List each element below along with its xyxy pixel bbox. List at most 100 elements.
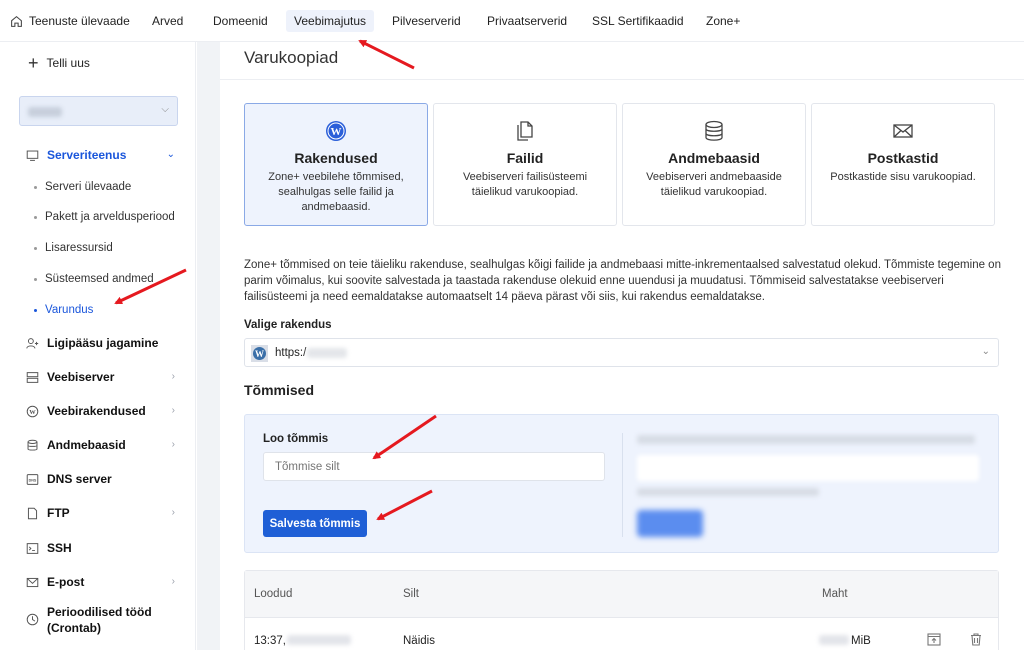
- clock-icon: [26, 613, 39, 626]
- chevron-down-icon: ⌄: [166, 149, 175, 160]
- nav-item-veebimajutus[interactable]: Veebimajutus: [286, 10, 375, 32]
- app-url: https:/: [275, 347, 307, 359]
- divider: [622, 433, 623, 537]
- snapshot-label-input[interactable]: [263, 452, 605, 481]
- card-title: Failid: [506, 150, 544, 166]
- sidebar-item-label: Perioodilised tööd (Crontab): [47, 604, 152, 636]
- card-title: Rakendused: [294, 150, 378, 166]
- sidebar-item-dns-server[interactable]: DNS DNS server: [26, 472, 112, 486]
- sidebar-item-label: E-post: [47, 575, 85, 589]
- svg-text:W: W: [331, 126, 342, 138]
- redacted-server-name: [28, 107, 62, 117]
- table-header: [245, 571, 998, 618]
- order-new-button[interactable]: + Telli uus: [28, 53, 90, 73]
- create-snapshot-label: Loo tõmmis: [263, 433, 329, 445]
- sidebar-gutter: [197, 42, 220, 650]
- create-snapshot-panel: Loo tõmmis Salvesta tõmmis: [244, 414, 999, 553]
- sidebar-item-veebiserver[interactable]: Veebiserver: [26, 370, 114, 384]
- choose-app-label: Valige rakendus: [244, 319, 332, 331]
- sidebar-sub-label: Süsteemsed andmed: [45, 273, 154, 285]
- sidebar-item-label: Andmebaasid: [47, 438, 126, 452]
- sidebar-sub-varundus[interactable]: Varundus: [34, 304, 93, 316]
- sidebar-item-veebirakendused[interactable]: W Veebirakendused: [26, 404, 146, 418]
- intro-text: Zone+ tõmmised on teie täieliku rakendus…: [244, 259, 1001, 303]
- main-content: Varukoopiad W Rakendused Zone+ veebilehe…: [220, 42, 1024, 650]
- nav-item-pilveserverid[interactable]: Pilveserverid: [392, 14, 461, 28]
- nav-item-zone-plus[interactable]: Zone+: [706, 14, 740, 28]
- card-description: Postkastide sisu varukoopiad.: [830, 171, 976, 183]
- crontab-label-line2: (Crontab): [47, 621, 101, 635]
- sidebar-sub-susteemsed-andmed[interactable]: Süsteemsed andmed: [34, 273, 154, 285]
- chevron-right-icon: ›: [171, 405, 175, 416]
- sidebar-item-serveriteenus[interactable]: Serveriteenus: [26, 148, 126, 162]
- svg-text:W: W: [255, 349, 264, 359]
- mail-icon: [26, 576, 39, 589]
- sidebar-item-label: DNS server: [47, 472, 112, 486]
- snapshots-heading: Tõmmised: [244, 382, 315, 398]
- sidebar-item-label: Veebiserver: [47, 370, 115, 384]
- redacted-date: [287, 635, 351, 645]
- nav-item-privaatserverid[interactable]: Privaatserverid: [487, 14, 567, 28]
- app-select[interactable]: W https:/ ⌄: [244, 338, 999, 367]
- card-description: Veebiserveri failisüsteemi täielikud var…: [462, 171, 588, 198]
- svg-text:W: W: [29, 408, 36, 415]
- nav-home-label: Teenuste ülevaade: [29, 14, 130, 28]
- redacted-button: [637, 510, 703, 537]
- cell-created: 13:37,: [254, 635, 286, 647]
- column-header-size: Maht: [822, 588, 848, 600]
- trash-icon[interactable]: [969, 632, 983, 646]
- chevron-right-icon: ›: [171, 576, 175, 587]
- sidebar-item-e-post[interactable]: E-post: [26, 575, 84, 589]
- sidebar-sub-lisaressursid[interactable]: Lisaressursid: [34, 242, 113, 254]
- sidebar-item-label: Ligipääsu jagamine: [47, 336, 159, 350]
- dns-icon: DNS: [26, 473, 39, 486]
- sidebar-item-ftp[interactable]: FTP: [26, 506, 70, 520]
- sidebar-item-andmebaasid[interactable]: Andmebaasid: [26, 438, 126, 452]
- divider: [220, 79, 1024, 80]
- chevron-right-icon: ›: [171, 371, 175, 382]
- redacted-url: [307, 348, 347, 358]
- sidebar-sub-label: Lisaressursid: [45, 242, 113, 254]
- sidebar-item-label: Serveriteenus: [47, 148, 127, 162]
- nav-home[interactable]: Teenuste ülevaade: [10, 14, 130, 28]
- bullet-icon: [34, 277, 37, 281]
- nav-item-arved[interactable]: Arved: [152, 14, 183, 28]
- redacted-text: [637, 488, 819, 496]
- top-navigation: Teenuste ülevaade Arved Domeenid Veebima…: [0, 0, 1024, 42]
- redacted-text: [637, 435, 975, 444]
- save-snapshot-button[interactable]: Salvesta tõmmis: [263, 510, 367, 537]
- plus-icon: +: [28, 53, 39, 73]
- chevron-right-icon: ›: [171, 507, 175, 518]
- sidebar-sub-serveri-ulevaade[interactable]: Serveri ülevaade: [34, 181, 131, 193]
- terminal-icon: [26, 542, 39, 555]
- page-title: Varukoopiad: [244, 48, 339, 67]
- card-andmebaasid[interactable]: Andmebaasid Veebiserveri andmebaaside tä…: [622, 103, 806, 226]
- svg-text:DNS: DNS: [29, 478, 37, 482]
- sidebar-sub-label: Pakett ja arveldusperiood: [45, 211, 175, 223]
- wordpress-icon: W: [326, 121, 346, 141]
- card-postkastid[interactable]: Postkastid Postkastide sisu varukoopiad.: [811, 103, 995, 226]
- sidebar-item-ligipaasu-jagamine[interactable]: Ligipääsu jagamine: [26, 336, 158, 350]
- restore-icon[interactable]: [927, 632, 941, 646]
- sidebar-item-crontab[interactable]: Perioodilised tööd (Crontab): [26, 604, 152, 636]
- file-icon: [26, 507, 39, 520]
- chevron-right-icon: ›: [171, 439, 175, 450]
- sidebar-item-label: FTP: [47, 506, 70, 520]
- sidebar-sub-pakett[interactable]: Pakett ja arveldusperiood: [34, 211, 175, 223]
- crontab-label-line1: Perioodilised tööd: [47, 605, 152, 619]
- sidebar: + Telli uus ⌵ Serveriteenus ⌄ Serveri ül…: [0, 42, 196, 650]
- nav-item-ssl[interactable]: SSL Sertifikaadid: [592, 14, 684, 28]
- card-description: Veebiserveri andmebaaside täielikud varu…: [646, 171, 782, 198]
- nav-item-domeenid[interactable]: Domeenid: [213, 14, 268, 28]
- card-failid[interactable]: Failid Veebiserveri failisüsteemi täieli…: [433, 103, 617, 226]
- server-icon: [26, 371, 39, 384]
- card-description: Zone+ veebilehe tõmmised, sealhulgas sel…: [268, 171, 404, 213]
- bullet-icon: [34, 246, 37, 250]
- sidebar-sub-label: Varundus: [45, 304, 94, 316]
- chevron-down-icon: ⌄: [981, 346, 990, 357]
- redacted-size: [819, 635, 849, 645]
- card-title: Andmebaasid: [668, 150, 760, 166]
- sidebar-item-ssh[interactable]: SSH: [26, 541, 72, 555]
- card-rakendused[interactable]: W Rakendused Zone+ veebilehe tõmmised, s…: [244, 103, 428, 226]
- server-select[interactable]: ⌵: [19, 96, 178, 126]
